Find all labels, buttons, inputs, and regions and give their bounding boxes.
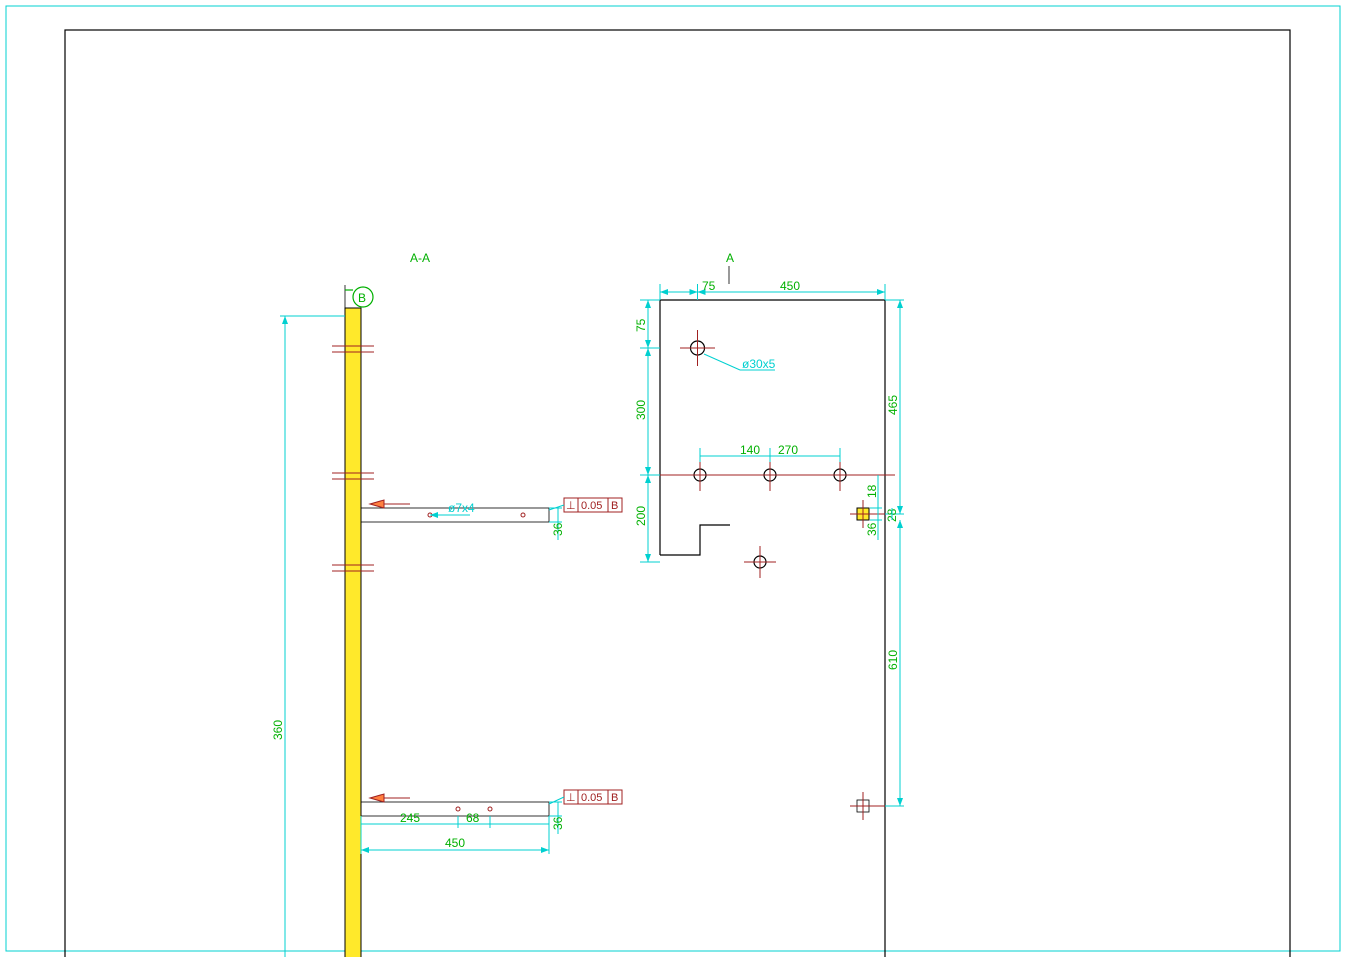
inner-frame (65, 30, 1290, 957)
svg-text:B: B (358, 291, 366, 305)
dim-shelf-450: 450 (361, 816, 549, 854)
svg-text:36: 36 (551, 816, 565, 830)
outer-frame (6, 6, 1340, 951)
svg-text:⊥: ⊥ (566, 500, 576, 512)
svg-text:300: 300 (634, 400, 648, 420)
svg-text:⊥: ⊥ (566, 792, 576, 804)
svg-text:68: 68 (466, 811, 480, 825)
gtol-upper: ⊥ 0.05 B (549, 498, 622, 512)
svg-text:450: 450 (780, 279, 800, 293)
hole-lower (744, 546, 776, 578)
dim-thk-upper: 36 (549, 508, 565, 540)
svg-text:A: A (726, 251, 734, 265)
svg-text:610: 610 (886, 650, 900, 670)
svg-text:465: 465 (886, 395, 900, 415)
datum-b: B (345, 287, 373, 307)
svg-text:200: 200 (634, 506, 648, 526)
svg-text:270: 270 (778, 443, 798, 457)
right-view: A ø30x5 (634, 251, 904, 957)
svg-text:B: B (611, 500, 618, 512)
svg-text:360: 360 (271, 720, 285, 740)
svg-text:0.05: 0.05 (581, 500, 602, 512)
svg-text:75: 75 (702, 279, 716, 293)
cad-drawing-canvas: A-A B ø7x4 ⊥ 0.05 B (0, 0, 1346, 957)
svg-text:36: 36 (551, 522, 565, 536)
lower-shelf (361, 794, 549, 816)
svg-text:140: 140 (740, 443, 760, 457)
hole-row (660, 459, 895, 491)
dim-thk-lower: 36 (549, 802, 565, 834)
dim-lower-shelf-horiz: 245 68 (361, 811, 549, 828)
svg-text:18: 18 (865, 484, 879, 498)
svg-text:450: 450 (445, 836, 465, 850)
section-label: A-A (410, 251, 430, 265)
left-hole-note: ø7x4 (430, 501, 475, 518)
svg-text:75: 75 (634, 318, 648, 332)
svg-text:B: B (611, 792, 618, 804)
svg-text:0.05: 0.05 (581, 792, 602, 804)
left-column (345, 308, 361, 957)
hole-note: ø30x5 (742, 357, 776, 371)
dim-360: 360 (271, 316, 345, 957)
svg-text:245: 245 (400, 811, 420, 825)
svg-text:36: 36 (865, 522, 879, 536)
slot-dims: 18 28 36 (865, 475, 899, 540)
svg-text:ø7x4: ø7x4 (448, 501, 475, 515)
